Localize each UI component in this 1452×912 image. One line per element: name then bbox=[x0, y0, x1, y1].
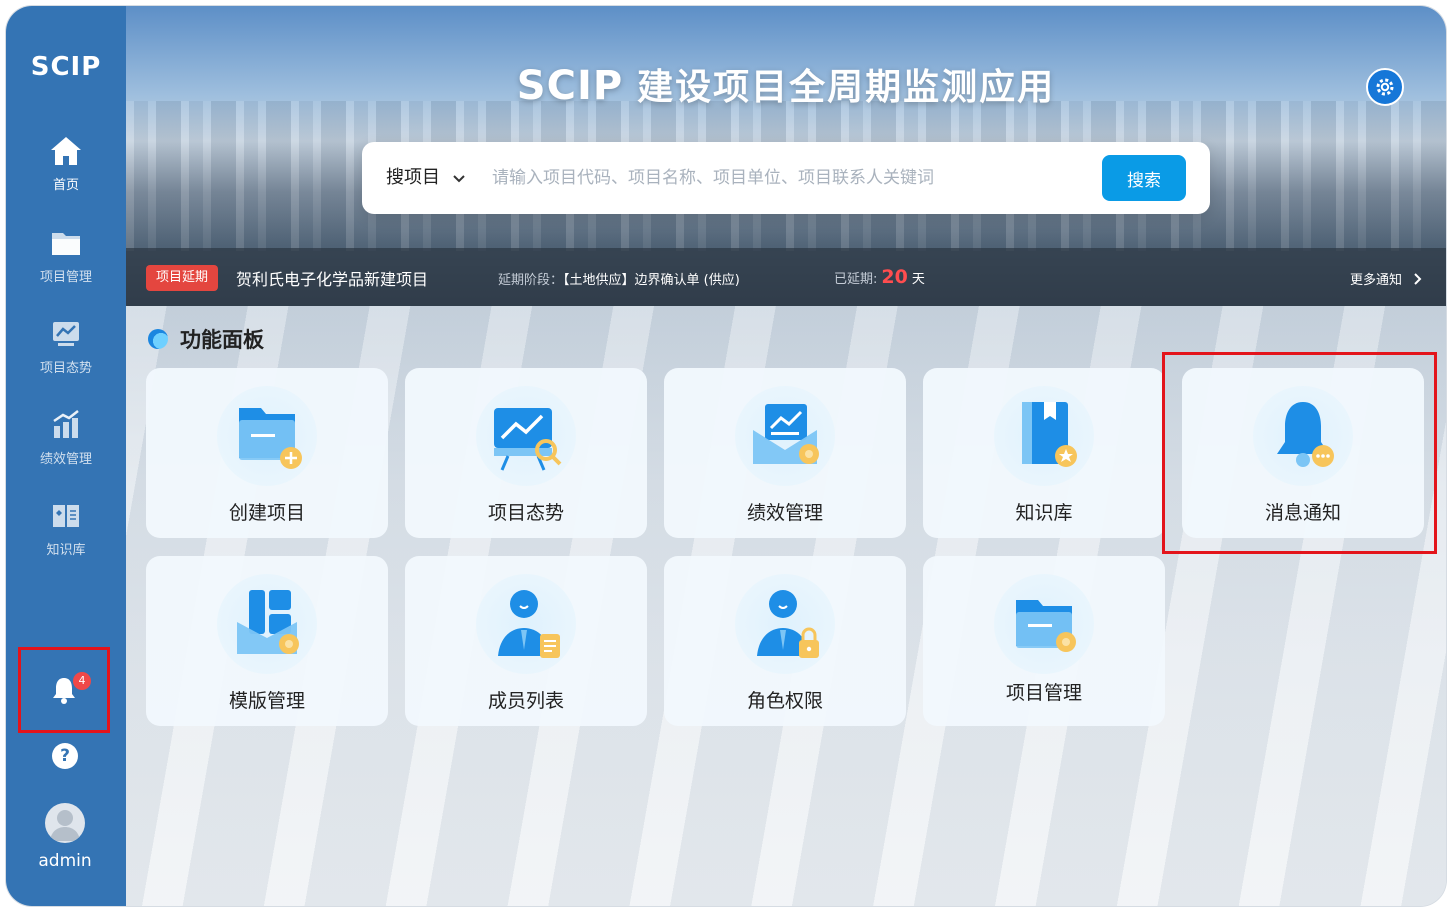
notice-delay-label: 已延期: bbox=[834, 272, 878, 287]
card-templates[interactable]: 模版管理 bbox=[146, 556, 388, 726]
app-window: SCIP 首页 项目管理 项目态势 绩效管理 知识库 4 ? admin SCI… bbox=[6, 6, 1446, 906]
sidebar-item-label: 绩效管理 bbox=[39, 452, 92, 467]
sidebar-item-knowledge[interactable]: 知识库 bbox=[6, 499, 126, 579]
card-members[interactable]: 成员列表 bbox=[405, 556, 647, 726]
template-icon bbox=[237, 590, 299, 654]
card-label: 创建项目 bbox=[228, 502, 305, 524]
title-text: 建设项目全周期监测应用 bbox=[637, 67, 1056, 108]
notice-stage-value: 【土地供应】边界确认单 (供应) bbox=[563, 273, 740, 288]
home-icon bbox=[51, 137, 81, 165]
folder-add-icon bbox=[239, 408, 302, 469]
folder-settings-icon bbox=[1016, 600, 1076, 652]
chevron-right-icon bbox=[1414, 273, 1422, 285]
presentation-chart-icon bbox=[494, 408, 562, 471]
card-knowledge[interactable]: 知识库 bbox=[923, 368, 1165, 538]
chevron-down-icon[interactable] bbox=[452, 172, 466, 186]
search-bar: 搜项目 搜索 bbox=[362, 142, 1210, 214]
more-notices-link[interactable]: 更多通知 bbox=[1350, 269, 1422, 288]
book-icon bbox=[53, 505, 79, 527]
sidebar-logo: SCIP bbox=[30, 52, 102, 82]
sidebar-item-label: 项目态势 bbox=[39, 361, 92, 376]
card-create-project[interactable]: 创建项目 bbox=[146, 368, 388, 538]
performance-envelope-icon bbox=[753, 404, 819, 464]
bar-chart-icon bbox=[53, 410, 79, 438]
sidebar-item-performance[interactable]: 绩效管理 bbox=[6, 408, 126, 488]
search-input[interactable] bbox=[492, 162, 1072, 194]
gear-icon bbox=[1376, 78, 1394, 96]
notice-stage-label: 延期阶段： bbox=[498, 273, 564, 288]
section-title: 功能面板 bbox=[148, 326, 264, 352]
card-project-management[interactable]: 项目管理 bbox=[923, 556, 1165, 726]
card-label: 成员列表 bbox=[487, 690, 564, 712]
user-name[interactable]: admin bbox=[6, 851, 124, 871]
notice-project-name[interactable]: 贺利氏电子化学品新建项目 bbox=[236, 266, 428, 290]
more-notices-label: 更多通知 bbox=[1350, 273, 1403, 288]
sidebar-item-label: 知识库 bbox=[46, 543, 86, 558]
notice-stage: 延期阶段：【土地供应】边界确认单 (供应) bbox=[498, 269, 740, 288]
card-label: 项目态势 bbox=[487, 502, 564, 524]
card-label: 知识库 bbox=[1015, 502, 1073, 524]
search-type-select[interactable]: 搜项目 bbox=[386, 142, 440, 214]
settings-button[interactable] bbox=[1366, 68, 1404, 106]
highlight-box bbox=[1162, 352, 1437, 554]
card-role-permissions[interactable]: 角色权限 bbox=[664, 556, 906, 726]
card-label: 绩效管理 bbox=[746, 502, 823, 524]
sidebar: SCIP 首页 项目管理 项目态势 绩效管理 知识库 4 ? admin bbox=[6, 6, 126, 906]
avatar[interactable] bbox=[45, 803, 85, 843]
card-label: 项目管理 bbox=[1005, 682, 1082, 704]
notice-delay-days: 20 bbox=[881, 266, 908, 288]
member-list-icon bbox=[498, 590, 560, 658]
sidebar-item-project-management[interactable]: 项目管理 bbox=[6, 226, 126, 306]
sidebar-item-home[interactable]: 首页 bbox=[6, 134, 126, 214]
notice-delay-unit: 天 bbox=[911, 272, 925, 287]
sidebar-item-project-trend[interactable]: 项目态势 bbox=[6, 317, 126, 397]
section-dot-icon bbox=[148, 329, 168, 349]
section-title-text: 功能面板 bbox=[180, 328, 264, 352]
sidebar-item-label: 项目管理 bbox=[39, 270, 92, 285]
knowledge-book-icon bbox=[1022, 402, 1077, 467]
title-brand: SCIP bbox=[516, 63, 624, 109]
sidebar-item-label: 首页 bbox=[52, 178, 79, 193]
search-button[interactable]: 搜索 bbox=[1102, 155, 1186, 201]
folder-icon bbox=[52, 233, 80, 255]
card-project-trend[interactable]: 项目态势 bbox=[405, 368, 647, 538]
card-performance[interactable]: 绩效管理 bbox=[664, 368, 906, 538]
main-area: SCIP 建设项目全周期监测应用 搜项目 搜索 项目延期 贺利氏电子化学品新建项目… bbox=[126, 6, 1446, 906]
role-lock-icon bbox=[757, 590, 819, 658]
notice-bar: 项目延期 贺利氏电子化学品新建项目 延期阶段：【土地供应】边界确认单 (供应) … bbox=[126, 248, 1446, 306]
help-button[interactable]: ? bbox=[52, 743, 78, 769]
status-badge: 项目延期 bbox=[146, 265, 219, 291]
notification-count-badge: 4 bbox=[73, 672, 91, 690]
card-label: 模版管理 bbox=[228, 690, 305, 712]
sidebar-notification-button[interactable]: 4 bbox=[18, 647, 110, 733]
notice-delay: 已延期: 20 天 bbox=[834, 266, 925, 288]
card-label: 角色权限 bbox=[746, 690, 823, 712]
trend-icon bbox=[53, 322, 79, 346]
page-title: SCIP 建设项目全周期监测应用 bbox=[126, 58, 1446, 110]
user-avatar-icon bbox=[50, 810, 80, 841]
